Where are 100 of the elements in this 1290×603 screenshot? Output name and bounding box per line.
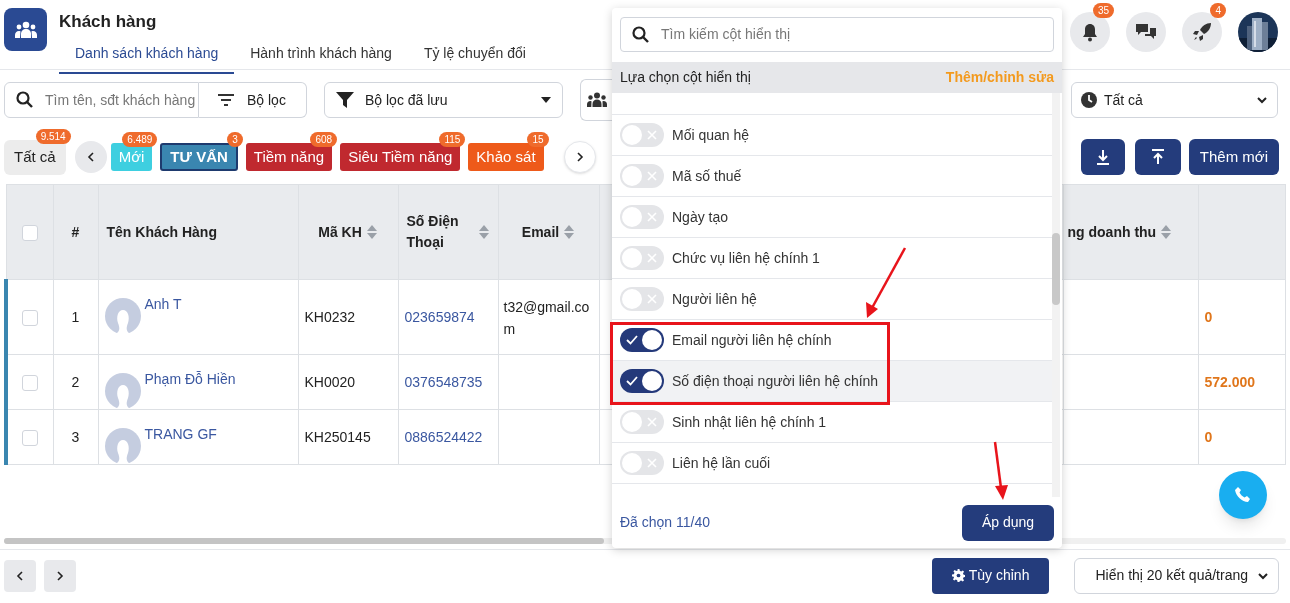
apply-button[interactable]: Áp dụng — [962, 504, 1054, 541]
column-header: Mã KH — [318, 222, 362, 242]
avatar-icon — [104, 428, 141, 464]
option-label: Mối quan hệ — [672, 125, 750, 145]
chat-button[interactable] — [1126, 12, 1166, 52]
column-option[interactable]: Ngày tạo — [612, 197, 1052, 238]
column-option[interactable]: Chức vụ liên hệ chính 1 — [612, 238, 1052, 279]
sort-icon — [1160, 224, 1173, 240]
tab[interactable]: Tỷ lệ chuyển đổi — [407, 43, 542, 74]
customer-name-link[interactable]: Phạm Đỗ Hiền — [144, 369, 236, 390]
toggle-switch[interactable] — [620, 164, 664, 188]
column-option[interactable]: Email người liên hệ chính — [612, 320, 1052, 361]
checkbox[interactable] — [21, 224, 38, 241]
column-option[interactable]: Sinh nhật liên hệ chính 1 — [612, 402, 1052, 443]
gear-icon — [951, 569, 965, 582]
row-number: 3 — [71, 428, 80, 445]
checkbox[interactable] — [22, 374, 39, 391]
previous-button[interactable] — [74, 141, 107, 173]
column-header: Tên Khách Hàng — [106, 223, 217, 240]
search-box[interactable]: Tìm tên, sđt khách hàng — [4, 82, 199, 118]
column-option[interactable]: Người liên hệ — [612, 279, 1052, 320]
cross-icon — [647, 253, 657, 263]
check-icon — [626, 335, 638, 345]
upload-button[interactable] — [1134, 139, 1181, 175]
toggle-switch[interactable] — [620, 123, 664, 147]
toggle-switch[interactable] — [620, 287, 664, 311]
status-chip[interactable]: Siêu Tiềm năng — [340, 143, 461, 171]
column-header: # — [71, 223, 80, 240]
cross-icon — [647, 417, 657, 427]
saved-filter-dropdown[interactable]: Bộ lọc đã lưu — [324, 82, 563, 118]
previous-page-button[interactable] — [4, 559, 36, 592]
option-label: Chức vụ liên hệ chính 1 — [672, 248, 820, 268]
time-filter-dropdown[interactable]: Tất cả — [1071, 82, 1278, 118]
search-icon — [631, 24, 651, 45]
avatar-icon — [104, 373, 141, 409]
row-number: 1 — [71, 308, 80, 325]
app-logo-icon[interactable] — [4, 8, 47, 51]
bell-icon — [1080, 22, 1100, 42]
table-cell: 0 — [1204, 428, 1213, 445]
checkbox[interactable] — [22, 429, 39, 446]
toggle-switch[interactable] — [620, 369, 664, 393]
toggle-switch[interactable] — [620, 451, 664, 475]
tab[interactable]: Hành trình khách hàng — [234, 43, 408, 74]
phone-link[interactable]: 023659874 — [404, 308, 475, 325]
download-button[interactable] — [1080, 139, 1125, 175]
cross-icon — [647, 130, 657, 140]
count-badge: 6.489 — [122, 132, 158, 147]
status-chip[interactable]: Tiềm năng — [245, 143, 333, 171]
cross-icon — [647, 458, 657, 468]
column-header: ng doanh thu — [1067, 222, 1157, 242]
checkbox[interactable] — [22, 309, 39, 326]
cross-icon — [647, 171, 657, 181]
page-size-dropdown[interactable]: Hiển thị 20 kết quả/trang — [1074, 557, 1279, 594]
filter-lines-icon — [217, 93, 235, 107]
column-option[interactable]: Mối quan hệ — [612, 115, 1052, 156]
next-button[interactable] — [563, 141, 596, 173]
count-badge: 9.514 — [35, 128, 71, 144]
table-cell: KH0232 — [304, 308, 356, 325]
page-title: Khách hàng — [59, 11, 158, 33]
annotation-arrow — [993, 441, 1008, 500]
column-option[interactable]: Liên hệ lần cuối — [612, 443, 1052, 484]
filter-button[interactable]: Bộ lọc — [199, 82, 307, 118]
column-header: Số Điện Thoại — [406, 212, 460, 252]
customize-button[interactable]: Tùy chỉnh — [931, 557, 1050, 594]
option-label: Liên hệ lần cuối — [672, 453, 771, 473]
count-badge: 608 — [310, 132, 338, 147]
vertical-scrollbar[interactable] — [1052, 93, 1060, 497]
panel-title: Lựa chọn cột hiển thị — [620, 68, 751, 87]
status-chip[interactable]: Tất cả — [4, 139, 66, 175]
column-option[interactable]: Số điện thoại người liên hệ chính — [612, 361, 1052, 402]
check-icon — [626, 376, 638, 386]
next-page-button[interactable] — [44, 559, 76, 592]
toggle-switch[interactable] — [620, 410, 664, 434]
dropdown-caret-icon — [540, 96, 552, 104]
bell-button[interactable] — [1070, 12, 1110, 52]
option-label: Sinh nhật liên hệ chính 1 — [672, 412, 827, 432]
toggle-switch[interactable] — [620, 246, 664, 270]
table-cell: t32@gmail.com — [503, 299, 590, 337]
customer-name-link[interactable]: TRANG GF — [144, 424, 217, 445]
sort-icon — [365, 224, 378, 240]
search-input[interactable]: Tìm kiếm cột hiển thị — [661, 24, 1053, 45]
tab[interactable]: Danh sách khách hàng — [59, 43, 235, 74]
column-option[interactable]: Mã số thuế — [612, 156, 1052, 197]
add-button[interactable]: Thêm mới — [1188, 139, 1279, 175]
count-badge: 4 — [1210, 3, 1226, 18]
rocket-icon — [1191, 21, 1213, 43]
table-cell: 572.000 — [1204, 373, 1256, 390]
chevron-right-icon — [575, 152, 584, 162]
search-input[interactable]: Tìm tên, sđt khách hàng — [45, 89, 195, 111]
toggle-switch[interactable] — [620, 328, 664, 352]
status-chip[interactable]: TƯ VẤN — [160, 143, 238, 171]
option-label: Email người liên hệ chính — [672, 330, 832, 350]
toggle-switch[interactable] — [620, 205, 664, 229]
sort-icon — [563, 224, 576, 240]
sort-icon — [477, 224, 490, 240]
call-button[interactable] — [1219, 471, 1267, 519]
rocket-button[interactable] — [1182, 12, 1222, 52]
column-header: Email — [521, 222, 560, 242]
customer-name-link[interactable]: Anh T — [144, 294, 182, 315]
search-box[interactable]: Tìm kiếm cột hiển thị — [620, 17, 1054, 52]
